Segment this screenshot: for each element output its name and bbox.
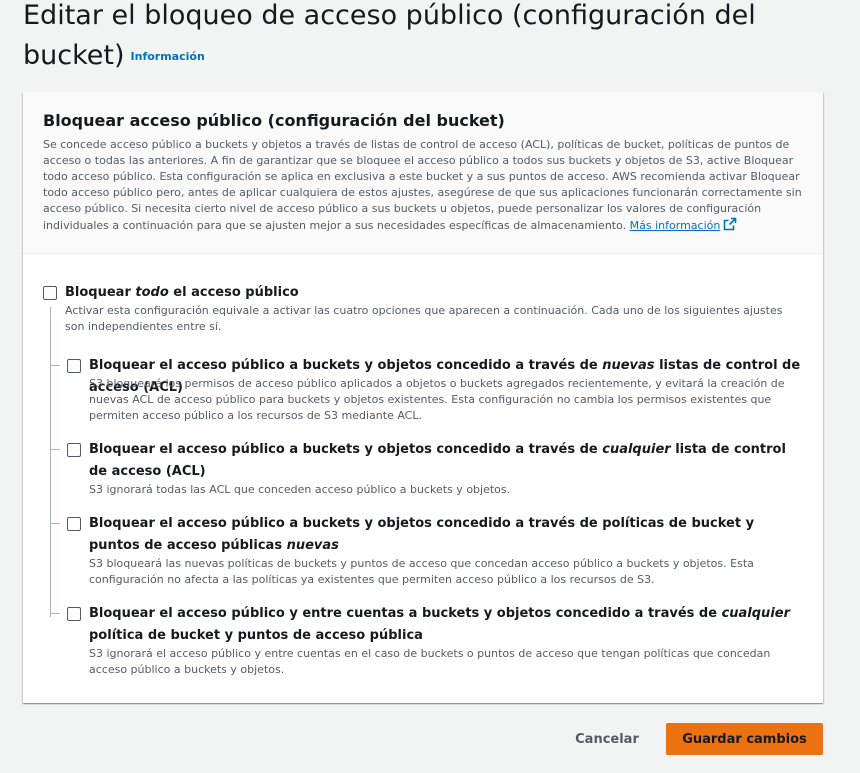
tree-connector-line [50,307,51,617]
tree-connector-tick [50,613,60,614]
option-title-emphasis: cualquier [721,606,790,621]
block-any-policies-checkbox[interactable] [67,607,81,621]
option-title-emphasis: cualquier [602,442,671,457]
option-title-part: Bloquear el acceso público a buckets y o… [89,442,603,457]
panel-title: Bloquear acceso público (configuración d… [43,111,505,130]
more-info-link[interactable]: Más información [629,217,738,232]
block-any-policies-description: S3 ignorará el acceso público y entre cu… [89,647,771,676]
panel-description-text: Se concede acceso público a buckets y ob… [43,138,802,232]
block-new-policies-title: Bloquear el acceso público a buckets y o… [89,513,805,557]
block-all-title-part: el acceso público [168,285,299,300]
option-title-part: Bloquear el acceso público a buckets y o… [89,516,755,553]
tree-connector-tick [50,365,60,366]
block-new-acls-checkbox[interactable] [67,359,81,373]
save-changes-button[interactable]: Guardar cambios [666,723,823,755]
block-any-acls-description: S3 ignorará todas las ACL que conceden a… [89,483,511,496]
option-title-part: Bloquear el acceso público a buckets y o… [89,358,603,373]
block-all-checkbox[interactable] [43,286,57,300]
tree-connector-tick [50,449,60,450]
block-all-title-part: Bloquear [65,285,136,300]
tree-connector-tick [50,523,60,524]
block-any-acls-title: Bloquear el acceso público a buckets y o… [89,439,805,483]
block-all-title: Bloquear todo el acceso público [65,282,805,304]
block-public-access-panel: Bloquear acceso público (configuración d… [23,92,823,703]
cancel-button[interactable]: Cancelar [566,723,648,755]
block-new-policies-description: S3 bloqueará las nuevas políticas de buc… [89,557,754,586]
panel-header: Bloquear acceso público (configuración d… [23,92,823,254]
option-title-part: Bloquear el acceso público y entre cuent… [89,606,722,621]
block-new-acls-description: S3 bloqueará los permisos de acceso públ… [89,377,785,422]
option-title-emphasis: nuevas [286,538,339,553]
block-new-policies-checkbox[interactable] [67,517,81,531]
option-title-part: política de bucket y puntos de acceso pú… [89,628,423,643]
option-title-emphasis: nuevas [602,358,655,373]
page-title: Editar el bloqueo de acceso público (con… [23,0,783,77]
block-all-description: Activar esta configuración equivale a ac… [65,304,783,333]
info-link[interactable]: Información [131,50,205,63]
block-any-policies-title: Bloquear el acceso público y entre cuent… [89,603,805,647]
panel-description: Se concede acceso público a buckets y ob… [43,137,805,236]
more-info-link-text: Más información [629,219,721,232]
block-all-title-emphasis: todo [135,285,169,300]
external-link-icon [723,217,737,236]
block-any-acls-checkbox[interactable] [67,443,81,457]
